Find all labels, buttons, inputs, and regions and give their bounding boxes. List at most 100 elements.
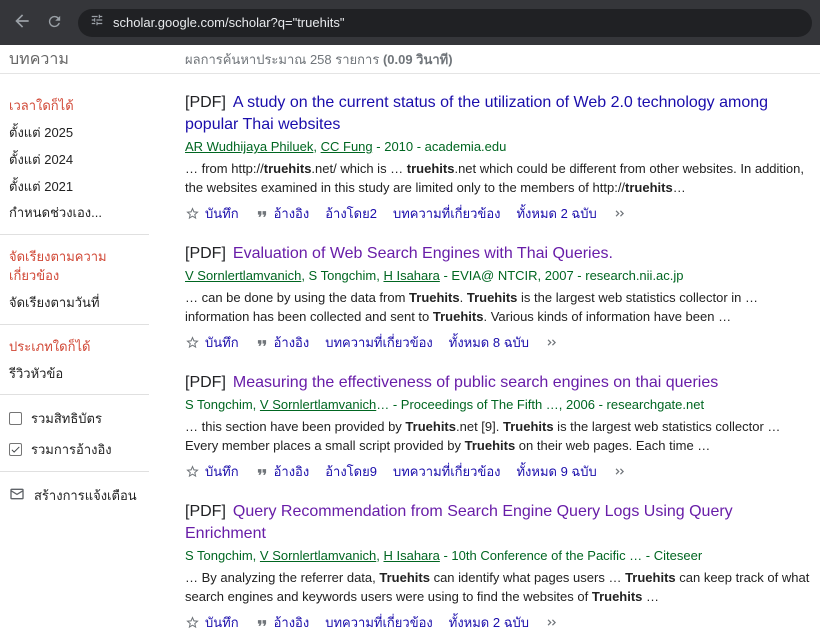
result-title: [PDF] Measuring the effectiveness of publ… xyxy=(185,372,817,394)
pdf-tag: [PDF] xyxy=(185,94,226,111)
quote-icon xyxy=(255,616,269,630)
sidebar-title: บทความ xyxy=(0,47,177,72)
save-label: บันทึก xyxy=(205,461,239,482)
search-result-4: [PDF]Query Recommendation from Search En… xyxy=(185,501,817,631)
result-actions: บันทึก อ้างอิง อ้างโดย2 บทความที่เกี่ยวข… xyxy=(185,204,817,224)
results-time: (0.09 วินาที) xyxy=(383,52,453,67)
results-summary: ผลการค้นหาประมาณ 258 รายการ (0.09 วินาที… xyxy=(177,49,453,70)
create-alert-label: สร้างการแจ้งเตือน xyxy=(34,485,137,506)
sort-by-relevance[interactable]: จัดเรียงตามความ​เกี่ยวข้อง xyxy=(9,248,139,286)
cite-button[interactable]: อ้างอิง xyxy=(255,612,310,631)
quote-icon xyxy=(255,336,269,350)
star-icon xyxy=(185,335,200,350)
more-actions-icon[interactable] xyxy=(613,206,628,221)
star-icon xyxy=(185,206,200,221)
result-byline[interactable]: AR Wudhijaya Philuek, CC Fung - 2010 - a… xyxy=(185,138,817,157)
all-versions-link[interactable]: ทั้งหมด 8 ฉบับ xyxy=(449,332,529,353)
pdf-tag: [PDF] xyxy=(185,245,226,262)
quote-icon xyxy=(255,207,269,221)
result-byline[interactable]: V Sornlertlamvanich, S Tongchim, H Isaha… xyxy=(185,267,817,286)
search-results: [PDF]A study on the current status of th… xyxy=(177,74,817,631)
more-actions-icon[interactable] xyxy=(613,464,628,479)
filter-since-2021[interactable]: ตั้งแต่ 2021 xyxy=(9,178,139,197)
result-snippet: … By analyzing the referrer data, Truehi… xyxy=(185,569,817,607)
divider xyxy=(0,394,149,395)
filters-sidebar: เวลาใดก็ได้ ตั้งแต่ 2025 ตั้งแต่ 2024 ตั… xyxy=(0,74,177,506)
related-articles-link[interactable]: บทความที่เกี่ยวข้อง xyxy=(393,203,501,224)
result-title-link[interactable]: Measuring the effectiveness of public se… xyxy=(233,374,718,391)
star-icon xyxy=(185,464,200,479)
search-result-2: [PDF] Evaluation of Web Search Engines wi… xyxy=(185,243,817,353)
filter-since-2025[interactable]: ตั้งแต่ 2025 xyxy=(9,124,139,143)
result-snippet: … this section have been provided by Tru… xyxy=(185,418,817,456)
reload-button[interactable] xyxy=(38,7,70,39)
browser-toolbar: scholar.google.com/scholar?q="truehits" xyxy=(0,0,820,45)
divider xyxy=(0,234,149,235)
search-result-3: [PDF] Measuring the effectiveness of publ… xyxy=(185,372,817,482)
pdf-tag: [PDF] xyxy=(185,374,226,391)
filter-custom-range[interactable]: กำหนดช่วงเอง... xyxy=(9,204,139,223)
all-versions-link[interactable]: ทั้งหมด 2 ฉบับ xyxy=(516,203,596,224)
result-title-link[interactable]: Query Recommendation from Search Engine … xyxy=(185,503,733,542)
result-title-link[interactable]: A study on the current status of the uti… xyxy=(185,94,768,133)
cite-button[interactable]: อ้างอิง xyxy=(255,203,310,224)
result-byline[interactable]: S Tongchim, V Sornlertlamvanich, H Isaha… xyxy=(185,547,817,566)
save-button[interactable]: บันทึก xyxy=(185,203,239,224)
save-button[interactable]: บันทึก xyxy=(185,461,239,482)
cite-button[interactable]: อ้างอิง xyxy=(255,461,310,482)
back-arrow-icon xyxy=(12,11,32,34)
envelope-icon xyxy=(9,486,25,505)
divider xyxy=(0,324,149,325)
save-button[interactable]: บันทึก xyxy=(185,332,239,353)
cited-by-link[interactable]: อ้างโดย2 xyxy=(325,203,377,224)
checkbox-unchecked-icon xyxy=(9,412,22,425)
create-alert-button[interactable]: สร้างการแจ้งเตือน xyxy=(9,485,163,506)
all-versions-link[interactable]: ทั้งหมด 2 ฉบับ xyxy=(449,612,529,631)
reload-icon xyxy=(46,13,63,33)
site-settings-icon[interactable] xyxy=(90,13,104,32)
save-label: บันทึก xyxy=(205,203,239,224)
checkbox-checked-icon xyxy=(9,443,22,456)
cite-label: อ้างอิง xyxy=(274,332,310,353)
result-title: [PDF]A study on the current status of th… xyxy=(185,92,817,135)
url-text: scholar.google.com/scholar?q="truehits" xyxy=(113,15,344,30)
sort-by-date[interactable]: จัดเรียงตามวันที่ xyxy=(9,294,139,313)
cite-label: อ้างอิง xyxy=(274,612,310,631)
include-citations-checkbox[interactable]: รวมการอ้างอิง xyxy=(9,439,163,460)
page-header: บทความ ผลการค้นหาประมาณ 258 รายการ (0.09… xyxy=(0,45,820,74)
search-result-1: [PDF]A study on the current status of th… xyxy=(185,92,817,224)
result-title: [PDF] Evaluation of Web Search Engines wi… xyxy=(185,243,817,265)
related-articles-link[interactable]: บทความที่เกี่ยวข้อง xyxy=(325,332,433,353)
filter-since-2024[interactable]: ตั้งแต่ 2024 xyxy=(9,151,139,170)
include-patents-checkbox[interactable]: รวมสิทธิบัตร xyxy=(9,408,163,429)
save-label: บันทึก xyxy=(205,612,239,631)
result-title-link[interactable]: Evaluation of Web Search Engines with Th… xyxy=(233,245,613,262)
related-articles-link[interactable]: บทความที่เกี่ยวข้อง xyxy=(325,612,433,631)
include-citations-label: รวมการอ้างอิง xyxy=(31,439,112,460)
save-button[interactable]: บันทึก xyxy=(185,612,239,631)
cited-by-link[interactable]: อ้างโดย9 xyxy=(325,461,377,482)
filter-any-time[interactable]: เวลาใดก็ได้ xyxy=(9,97,139,116)
related-articles-link[interactable]: บทความที่เกี่ยวข้อง xyxy=(393,461,501,482)
divider xyxy=(0,471,149,472)
result-title: [PDF]Query Recommendation from Search En… xyxy=(185,501,817,544)
url-bar[interactable]: scholar.google.com/scholar?q="truehits" xyxy=(78,9,812,37)
result-actions: บันทึก อ้างอิง บทความที่เกี่ยวข้อง ทั้งห… xyxy=(185,613,817,631)
result-actions: บันทึก อ้างอิง บทความที่เกี่ยวข้อง ทั้งห… xyxy=(185,333,817,353)
star-icon xyxy=(185,615,200,630)
filter-any-type[interactable]: ประเภทใดก็ได้ xyxy=(9,338,139,357)
more-actions-icon[interactable] xyxy=(545,335,560,350)
result-byline[interactable]: S Tongchim, V Sornlertlamvanich… - Proce… xyxy=(185,396,817,415)
all-versions-link[interactable]: ทั้งหมด 9 ฉบับ xyxy=(516,461,596,482)
cite-button[interactable]: อ้างอิง xyxy=(255,332,310,353)
filter-review-articles[interactable]: รีวิวหัวข้อ xyxy=(9,365,139,384)
results-count: ผลการค้นหาประมาณ 258 รายการ xyxy=(185,52,379,67)
back-button[interactable] xyxy=(6,7,38,39)
cite-label: อ้างอิง xyxy=(274,203,310,224)
cite-label: อ้างอิง xyxy=(274,461,310,482)
result-snippet: … from http://truehits.net/ which is … t… xyxy=(185,160,817,198)
save-label: บันทึก xyxy=(205,332,239,353)
result-snippet: … can be done by using the data from Tru… xyxy=(185,289,817,327)
browser-window: scholar.google.com/scholar?q="truehits" … xyxy=(0,0,820,631)
more-actions-icon[interactable] xyxy=(545,615,560,630)
